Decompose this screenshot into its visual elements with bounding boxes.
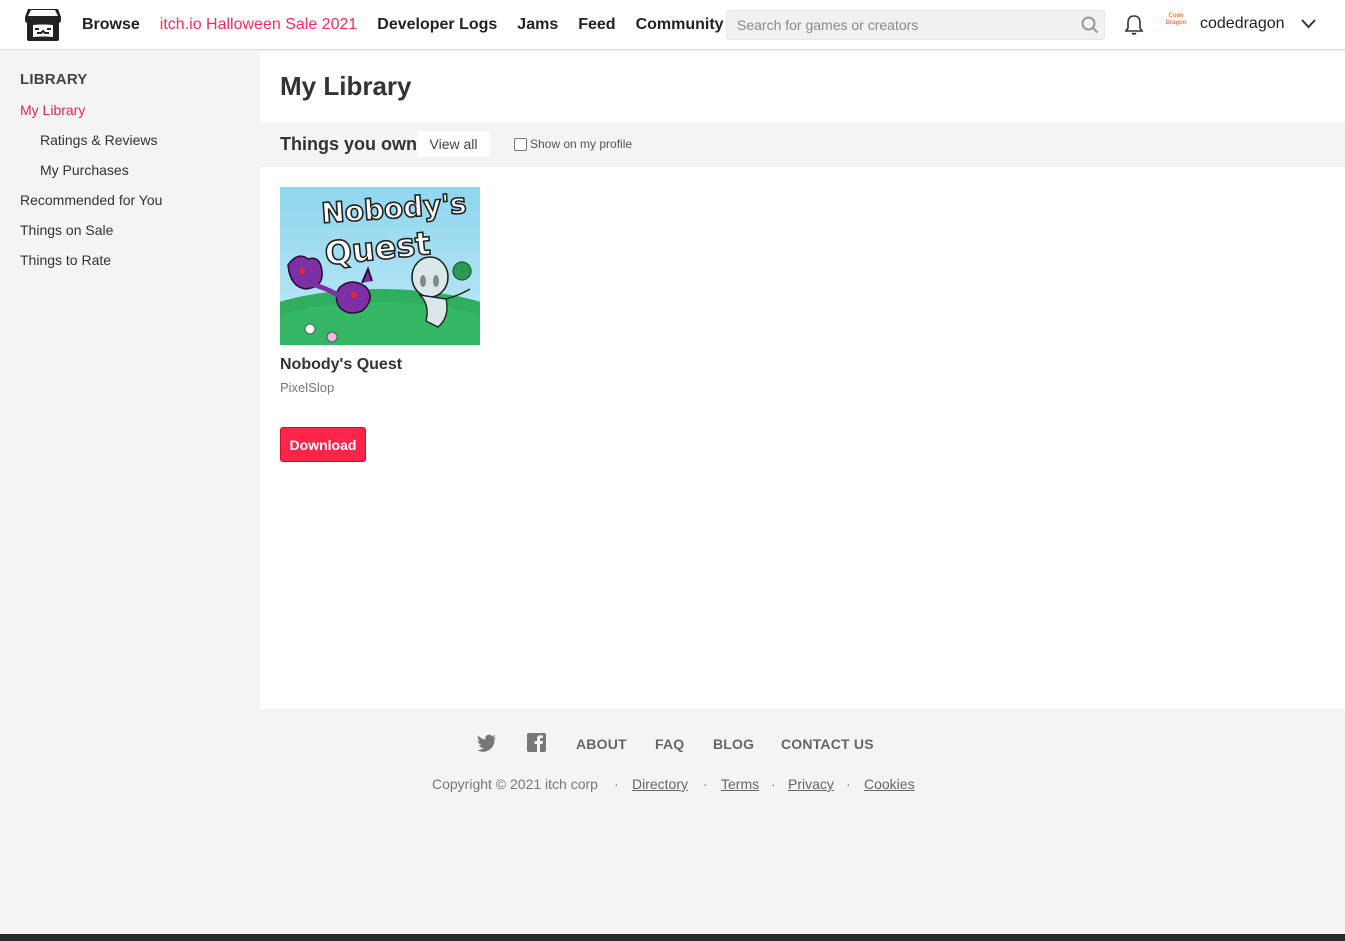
- nav-community[interactable]: Community: [636, 16, 724, 34]
- library-main: My Library Things you own View all Show …: [260, 51, 1345, 709]
- sidebar-item-ratings-reviews[interactable]: Ratings & Reviews: [40, 132, 158, 148]
- search-input[interactable]: [727, 17, 1076, 33]
- nav-halloween-sale[interactable]: itch.io Halloween Sale 2021: [160, 16, 357, 34]
- footer-blog-link[interactable]: BLOG: [713, 736, 754, 752]
- sidebar-item-things-to-rate[interactable]: Things to Rate: [20, 252, 111, 268]
- show-on-profile-toggle[interactable]: Show on my profile: [514, 137, 632, 151]
- main-nav: Browse itch.io Halloween Sale 2021 Devel…: [82, 0, 744, 50]
- nav-feed[interactable]: Feed: [578, 16, 615, 34]
- nav-browse[interactable]: Browse: [82, 16, 140, 34]
- avatar[interactable]: Code Dragon: [1163, 13, 1189, 35]
- section-title: Things you own: [280, 134, 417, 154]
- game-author[interactable]: PixelSlop: [280, 380, 334, 395]
- nav-jams[interactable]: Jams: [517, 16, 558, 34]
- footer-contact-link[interactable]: CONTACT US: [781, 736, 874, 752]
- bottom-edge-bar: [0, 934, 1345, 941]
- view-all-button[interactable]: View all: [417, 131, 490, 157]
- sidebar-title: LIBRARY: [20, 71, 88, 88]
- footer-cookies-link[interactable]: Cookies: [864, 776, 915, 792]
- footer-terms-link[interactable]: Terms: [721, 776, 759, 792]
- library-sidebar: LIBRARY My Library Ratings & Reviews My …: [0, 51, 260, 709]
- footer-separator: ·: [771, 776, 776, 792]
- footer-faq-link[interactable]: FAQ: [655, 736, 684, 752]
- facebook-icon[interactable]: [527, 733, 546, 757]
- show-on-profile-checkbox[interactable]: [514, 137, 527, 151]
- page-title: My Library: [280, 71, 412, 101]
- notifications-bell-icon[interactable]: [1124, 14, 1144, 36]
- game-cover-image[interactable]: Nobody's Quest: [280, 187, 480, 345]
- footer-directory-link[interactable]: Directory: [632, 776, 688, 792]
- footer-privacy-link[interactable]: Privacy: [788, 776, 834, 792]
- game-title[interactable]: Nobody's Quest: [280, 356, 402, 374]
- chevron-down-icon[interactable]: [1300, 17, 1317, 31]
- show-on-profile-label: Show on my profile: [530, 137, 633, 151]
- username[interactable]: codedragon: [1200, 15, 1285, 33]
- search-icon[interactable]: [1076, 11, 1104, 39]
- footer-separator: ·: [846, 776, 851, 792]
- copyright-text: Copyright © 2021 itch corp: [432, 776, 598, 792]
- search-box: [726, 10, 1105, 40]
- sidebar-item-my-purchases[interactable]: My Purchases: [40, 162, 129, 178]
- twitter-icon[interactable]: [477, 734, 497, 757]
- nav-developer-logs[interactable]: Developer Logs: [377, 16, 497, 34]
- download-button[interactable]: Download: [280, 427, 366, 462]
- sidebar-item-my-library[interactable]: My Library: [20, 102, 85, 118]
- footer-about-link[interactable]: ABOUT: [576, 736, 627, 752]
- top-header: Browse itch.io Halloween Sale 2021 Devel…: [0, 0, 1345, 50]
- footer-legal: Copyright © 2021 itch corp · Directory ·…: [0, 776, 1345, 794]
- itchio-logo-icon[interactable]: [24, 7, 62, 43]
- footer-separator: ·: [703, 776, 708, 792]
- things-you-own-bar: Things you own View all Show on my profi…: [260, 122, 1345, 167]
- sidebar-item-recommended[interactable]: Recommended for You: [20, 192, 162, 208]
- footer-links: ABOUT FAQ BLOG CONTACT US: [0, 733, 1345, 755]
- footer-separator: ·: [614, 776, 619, 792]
- sidebar-item-things-on-sale[interactable]: Things on Sale: [20, 222, 113, 238]
